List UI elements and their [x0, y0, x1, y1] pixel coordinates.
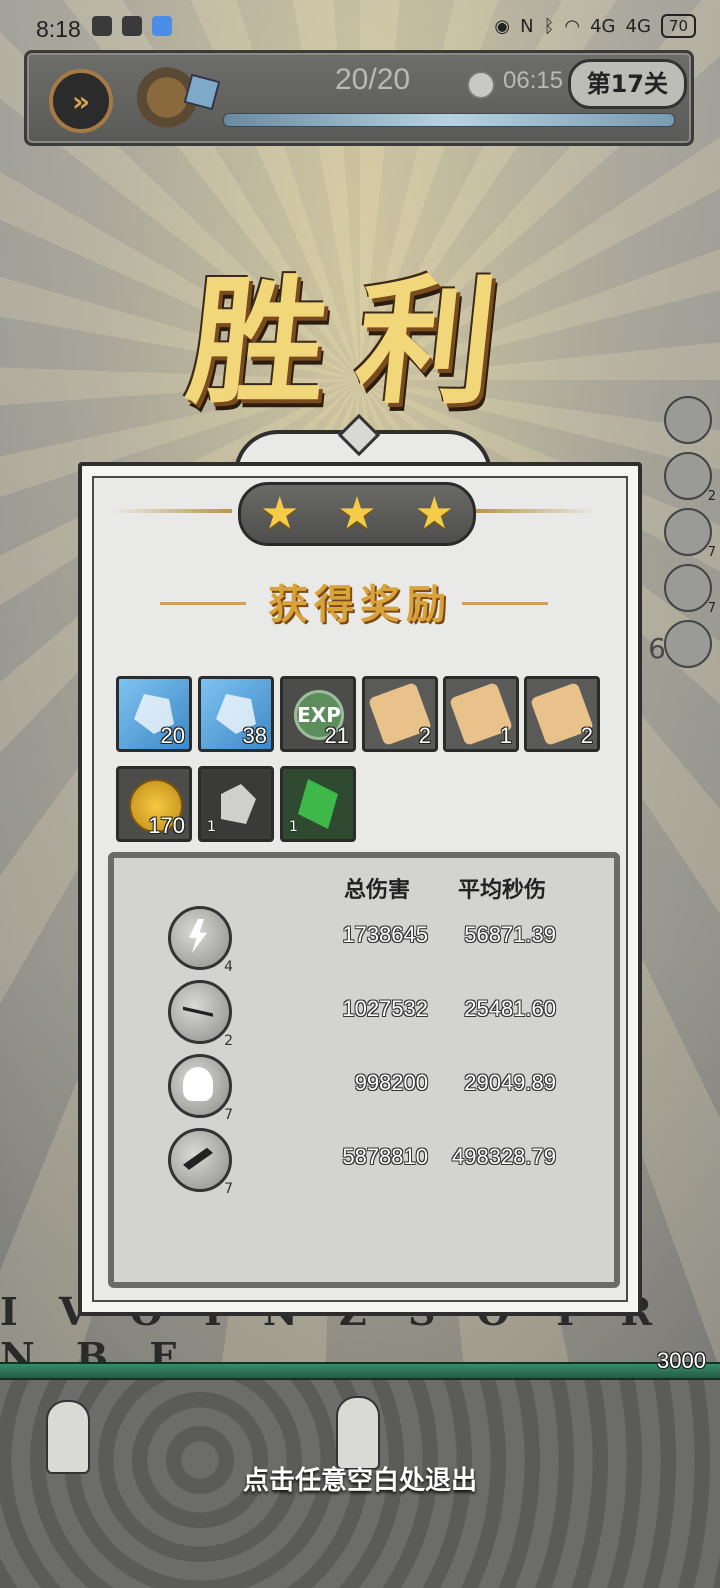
stat-row: 2 1027532 25481.60 [114, 980, 614, 1050]
total-damage: 998200 [354, 1070, 428, 1095]
total-damage: 1027532 [342, 996, 428, 1021]
wizard-figure-center [336, 1396, 380, 1470]
star-icon: ★ [337, 488, 377, 539]
bluetooth-icon: ᛒ [543, 15, 555, 37]
reward-qty: 2 [580, 723, 593, 748]
reward-qty: 1 [207, 819, 216, 835]
side-counter: 6 [648, 632, 666, 665]
base-hp-value: 3000 [657, 1348, 706, 1373]
reward-item[interactable]: 38 [198, 676, 274, 752]
fast-forward-icon: » [71, 84, 91, 118]
lightning-skill-icon: 4 [168, 906, 233, 975]
reward-item[interactable]: 1 [198, 766, 274, 842]
reward-item[interactable]: 2 [524, 676, 600, 752]
reward-qty: 20 [160, 723, 185, 748]
stars-divider-left [112, 509, 232, 513]
side-skill-icon-empty[interactable] [664, 620, 712, 668]
reward-item[interactable]: 170 [116, 766, 192, 842]
star-icon: ★ [414, 488, 455, 539]
star-rating: ★ ★ ★ [238, 482, 476, 546]
base-hp-bar [0, 1362, 720, 1380]
star-icon: ★ [259, 488, 300, 539]
stat-row: 7 998200 29049.89 [114, 1054, 614, 1124]
nfc-icon: N [520, 15, 534, 37]
reward-qty: 1 [499, 723, 512, 748]
average-dps: 498328.79 [452, 1144, 556, 1169]
total-damage: 5878810 [342, 1144, 428, 1169]
side-skill-icon[interactable] [664, 396, 712, 444]
wave-counter: 20/20 [335, 63, 411, 96]
reward-item[interactable]: 2 [362, 676, 438, 752]
status-right-icons: ◉ N ᛒ ◠ 4G 4G 70 [494, 14, 696, 38]
level-badge: 第17关 [567, 59, 687, 109]
app-badge-icon [152, 16, 172, 36]
reward-qty: 1 [289, 819, 298, 835]
eye-icon: ◉ [494, 15, 511, 37]
total-damage: 1738645 [342, 922, 428, 947]
side-skill-icon[interactable]: 2 [664, 452, 716, 504]
lightning-glyph [189, 919, 207, 953]
skill-level: 7 [224, 1181, 233, 1197]
green-gem-icon [298, 779, 338, 829]
game-hud: » 20/20 06:15 第17关 [24, 50, 694, 146]
ghost-skill-icon: 7 [168, 1054, 233, 1123]
stat-row: 7 5878810 498328.79 [114, 1128, 614, 1198]
header-average-dps: 平均秒伤 [458, 877, 547, 903]
battery-indicator: 70 [660, 14, 696, 38]
signal-1: 4G [590, 15, 616, 37]
rewards-heading: 获得奖励 [268, 581, 452, 628]
reward-qty: 21 [324, 723, 349, 748]
tap-to-exit-hint[interactable]: 点击任意空白处退出 [0, 1460, 720, 1497]
wechat-icon [92, 16, 112, 36]
clock-icon [467, 71, 495, 99]
header-total-damage: 总伤害 [344, 877, 411, 903]
side-skill-icon[interactable]: 7 [664, 564, 716, 616]
victory-title: 胜利 [180, 260, 534, 423]
average-dps: 25481.60 [464, 996, 556, 1021]
clock: 8:18 [36, 16, 81, 42]
wave-progress-bar [223, 113, 675, 127]
signal-2: 4G [625, 15, 651, 37]
slash-skill-icon: 2 [168, 980, 233, 1049]
stat-row: 4 1738645 56871.39 [114, 906, 614, 976]
battle-timer: 06:15 [503, 67, 564, 94]
reward-item[interactable]: EXP 21 [280, 676, 356, 752]
reward-item[interactable]: 1 [280, 766, 356, 842]
reward-item[interactable]: 1 [443, 676, 519, 752]
reward-qty: 170 [148, 813, 185, 838]
stars-divider-right [476, 509, 596, 513]
skill-level: 2 [224, 1033, 233, 1049]
skill-level: 7 [224, 1107, 233, 1123]
slash-glyph [183, 1006, 213, 1017]
average-dps: 56871.39 [464, 922, 556, 947]
gray-stone-icon [221, 784, 256, 824]
wifi-icon: ◠ [564, 15, 581, 37]
reward-qty: 38 [242, 723, 267, 748]
treasure-chest-icon[interactable] [131, 59, 221, 129]
side-skill-column: 2 7 7 [664, 396, 716, 676]
reward-qty: 2 [418, 723, 431, 748]
skill-level: 4 [224, 959, 233, 975]
reward-item[interactable]: 20 [116, 676, 192, 752]
fast-forward-button[interactable]: » [49, 69, 113, 133]
meteor-glyph [183, 1147, 213, 1170]
damage-stats-table: 总伤害 平均秒伤 4 1738645 56871.39 2 1027532 25… [108, 852, 620, 1288]
notification-icons [92, 16, 172, 36]
meteor-skill-icon: 7 [168, 1128, 233, 1197]
average-dps: 29049.89 [464, 1070, 556, 1095]
app-notification-icon [122, 16, 142, 36]
side-skill-icon[interactable]: 7 [664, 508, 716, 560]
ghost-glyph [183, 1067, 213, 1101]
